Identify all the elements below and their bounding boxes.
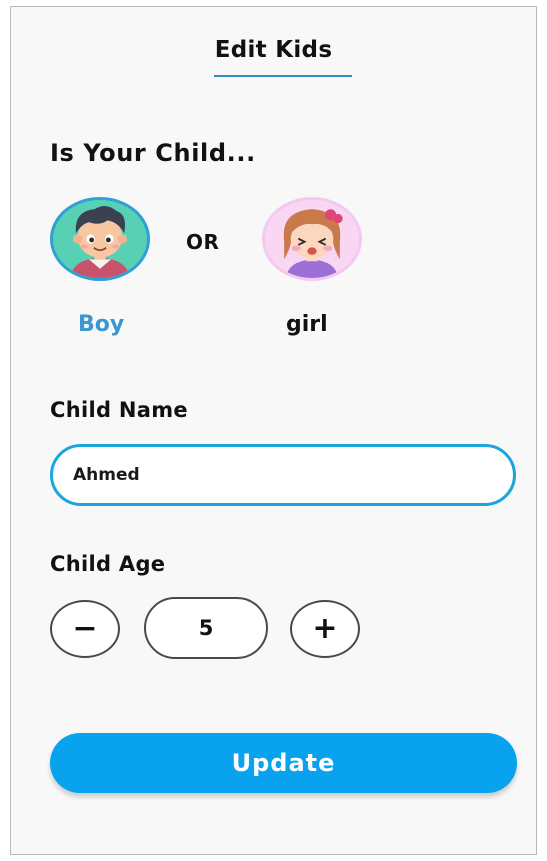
age-increment-button[interactable]: +: [290, 600, 360, 658]
age-decrement-button[interactable]: −: [50, 600, 120, 658]
girl-avatar-option[interactable]: [262, 197, 362, 281]
title-underline: [214, 75, 352, 77]
boy-avatar-option[interactable]: [50, 197, 150, 281]
update-button[interactable]: Update: [50, 733, 517, 793]
gender-question: Is Your Child...: [50, 139, 256, 167]
girl-avatar-icon: [265, 200, 359, 278]
age-value: 5: [144, 597, 268, 659]
or-separator: OR: [186, 230, 220, 254]
child-name-label: Child Name: [50, 398, 188, 422]
girl-label[interactable]: girl: [286, 312, 328, 337]
page-title: Edit Kids: [214, 37, 333, 63]
boy-avatar-icon: [53, 200, 147, 278]
child-age-label: Child Age: [50, 552, 166, 576]
boy-label[interactable]: Boy: [78, 312, 124, 337]
app-screen: Edit Kids Is Your Child... OR Boy girl C…: [10, 6, 537, 855]
child-name-input[interactable]: [50, 444, 516, 506]
